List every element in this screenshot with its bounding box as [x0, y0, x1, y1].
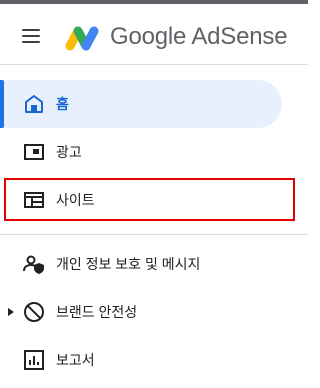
- home-icon: [25, 95, 43, 113]
- nav-label-privacy-messaging: 개인 정보 보호 및 메시지: [56, 256, 201, 272]
- nav-item-ads[interactable]: 광고: [0, 128, 282, 176]
- sites-icon: [24, 192, 44, 208]
- nav-item-brand-safety[interactable]: 브랜드 안전성: [0, 288, 282, 336]
- nav-label-home: 홈: [56, 96, 69, 112]
- nav-item-reports[interactable]: 보고서: [0, 336, 282, 384]
- nav-label-sites: 사이트: [56, 192, 95, 208]
- brand-safety-icon: [24, 302, 44, 322]
- nav-label-brand-safety: 브랜드 안전성: [56, 304, 138, 320]
- nav-divider: [0, 234, 308, 235]
- reports-icon: [24, 350, 44, 370]
- app-brand-name: Google AdSense: [110, 23, 288, 50]
- ads-icon: [24, 144, 44, 160]
- nav-item-home[interactable]: 홈: [0, 80, 282, 128]
- expand-arrow-icon[interactable]: [8, 308, 14, 316]
- adsense-logo-icon: [65, 26, 99, 51]
- active-indicator: [0, 80, 4, 128]
- nav-label-reports: 보고서: [56, 352, 95, 368]
- hamburger-menu-icon[interactable]: [22, 28, 44, 44]
- app-header: Google AdSense: [0, 4, 308, 64]
- nav-item-privacy-messaging[interactable]: 개인 정보 보호 및 메시지: [0, 240, 282, 288]
- nav-item-sites[interactable]: 사이트: [0, 176, 282, 224]
- header-divider: [0, 64, 308, 65]
- nav-label-ads: 광고: [56, 144, 82, 160]
- privacy-messaging-icon: [23, 255, 44, 274]
